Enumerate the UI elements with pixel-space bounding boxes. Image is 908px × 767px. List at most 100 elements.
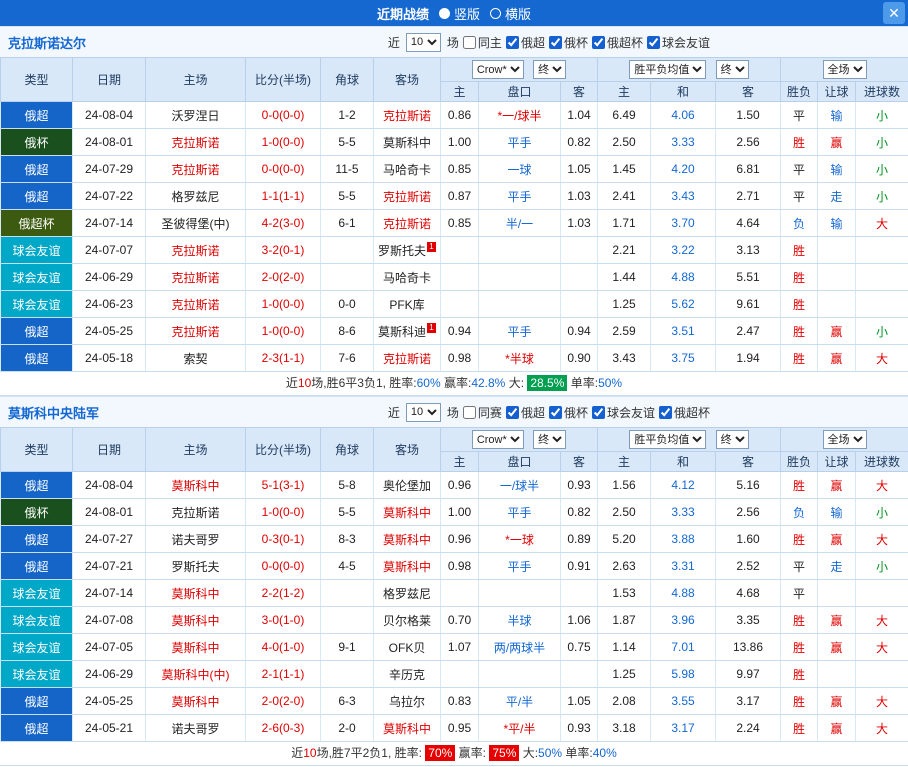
- col-away: 客场: [374, 58, 441, 102]
- handicap-cell: *一/球半: [479, 102, 561, 129]
- asia-time-select[interactable]: 终: [533, 430, 566, 449]
- corner-cell: 5-5: [321, 183, 374, 210]
- result-handicap: 赢: [818, 129, 856, 156]
- league-cell: 球会友谊: [1, 291, 73, 318]
- summary-segment: 单率:: [562, 746, 593, 760]
- handicap-cell: 平手: [479, 318, 561, 345]
- handicap-cell: [479, 661, 561, 688]
- home-team-cell: 克拉斯诺: [146, 318, 246, 345]
- away-team-cell: 莫斯科中: [374, 553, 441, 580]
- euro-mean-select[interactable]: 胜平负均值: [629, 430, 706, 449]
- league-checkbox[interactable]: [549, 36, 562, 49]
- euro-away-odds: 3.35: [716, 607, 781, 634]
- euro-away-odds: 2.24: [716, 715, 781, 742]
- same-checkbox[interactable]: [463, 406, 476, 419]
- league-filter-3[interactable]: 俄超杯: [592, 34, 643, 51]
- euro-draw-odds: 3.33: [651, 499, 716, 526]
- asia-time-select[interactable]: 终: [533, 60, 566, 79]
- table-row: 俄超24-05-18索契2-3(1-1)7-6克拉斯诺0.98*半球0.903.…: [1, 345, 908, 372]
- league-checkbox[interactable]: [592, 36, 605, 49]
- handicap-cell: 平手: [479, 183, 561, 210]
- table-row: 俄超24-08-04莫斯科中5-1(3-1)5-8奥伦堡加0.96一/球半0.9…: [1, 472, 908, 499]
- layout-horizontal-radio[interactable]: 横版: [490, 4, 531, 23]
- summary-segment: 大:: [505, 376, 527, 390]
- league-filter-3[interactable]: 球会友谊: [592, 404, 655, 421]
- league-checkbox[interactable]: [659, 406, 672, 419]
- asia-away-odds: 1.03: [561, 210, 598, 237]
- home-team-cell: 莫斯科中: [146, 688, 246, 715]
- match-count-select[interactable]: 10: [406, 403, 441, 422]
- same-label: 同主: [478, 34, 502, 51]
- asia-away-odds: [561, 264, 598, 291]
- asia-odds-header: Crow* 终: [441, 58, 598, 82]
- league-filter-2[interactable]: 俄杯: [549, 404, 588, 421]
- col-asia-line: 盘口: [479, 452, 561, 472]
- result-wdl: 胜: [781, 607, 818, 634]
- away-team-cell: 克拉斯诺: [374, 210, 441, 237]
- same-filter[interactable]: 同主: [463, 34, 502, 51]
- close-icon[interactable]: ✕: [883, 2, 905, 24]
- result-wdl: 胜: [781, 715, 818, 742]
- league-cell: 球会友谊: [1, 661, 73, 688]
- summary-segment: 70%: [425, 745, 455, 761]
- date-cell: 24-07-27: [73, 526, 146, 553]
- home-team-cell: 莫斯科中: [146, 607, 246, 634]
- corner-cell: [321, 580, 374, 607]
- date-cell: 24-06-29: [73, 661, 146, 688]
- league-checkbox[interactable]: [647, 36, 660, 49]
- col-corner: 角球: [321, 428, 374, 472]
- summary-segment: 赢率:: [455, 746, 489, 760]
- team-section-2: 莫斯科中央陆军 近 10 场 同赛 俄超 俄杯 球会友谊: [0, 396, 908, 766]
- home-team-cell: 诺夫哥罗: [146, 526, 246, 553]
- euro-away-odds: 2.52: [716, 553, 781, 580]
- same-checkbox[interactable]: [463, 36, 476, 49]
- league-cell: 俄超: [1, 526, 73, 553]
- asia-away-odds: [561, 237, 598, 264]
- league-filter-2[interactable]: 俄杯: [549, 34, 588, 51]
- league-checkbox[interactable]: [592, 406, 605, 419]
- home-team-cell: 克拉斯诺: [146, 499, 246, 526]
- home-team-cell: 莫斯科中(中): [146, 661, 246, 688]
- league-filter-4[interactable]: 俄超杯: [659, 404, 710, 421]
- euro-away-odds: 1.60: [716, 526, 781, 553]
- result-goals: 大: [856, 345, 908, 372]
- same-filter[interactable]: 同赛: [463, 404, 502, 421]
- result-wdl: 平: [781, 553, 818, 580]
- league-checkbox[interactable]: [506, 36, 519, 49]
- corner-cell: 8-6: [321, 318, 374, 345]
- euro-home-odds: 1.56: [598, 472, 651, 499]
- layout-vertical-radio[interactable]: 竖版: [439, 4, 480, 23]
- league-label: 俄超: [521, 34, 545, 51]
- summary-segment: 10: [298, 376, 311, 390]
- date-cell: 24-08-04: [73, 472, 146, 499]
- home-team-cell: 诺夫哥罗: [146, 715, 246, 742]
- euro-home-odds: 1.87: [598, 607, 651, 634]
- euro-time-select[interactable]: 终: [716, 60, 749, 79]
- euro-away-odds: 1.50: [716, 102, 781, 129]
- match-count-select[interactable]: 10: [406, 33, 441, 52]
- asia-home-odds: 0.94: [441, 318, 479, 345]
- euro-time-select[interactable]: 终: [716, 430, 749, 449]
- summary-segment: 大:: [519, 746, 538, 760]
- league-checkbox[interactable]: [506, 406, 519, 419]
- asia-company-select[interactable]: Crow*: [472, 430, 524, 449]
- handicap-cell: 平手: [479, 553, 561, 580]
- league-filter-1[interactable]: 俄超: [506, 404, 545, 421]
- handicap-cell: 半球: [479, 607, 561, 634]
- corner-cell: 4-5: [321, 553, 374, 580]
- result-goals: 小: [856, 183, 908, 210]
- scope-select[interactable]: 全场: [823, 430, 867, 449]
- euro-mean-select[interactable]: 胜平负均值: [629, 60, 706, 79]
- away-team-cell: PFK库: [374, 291, 441, 318]
- league-filter-4[interactable]: 球会友谊: [647, 34, 710, 51]
- league-checkbox[interactable]: [549, 406, 562, 419]
- euro-draw-odds: 3.51: [651, 318, 716, 345]
- asia-away-odds: [561, 661, 598, 688]
- scope-select[interactable]: 全场: [823, 60, 867, 79]
- date-cell: 24-07-21: [73, 553, 146, 580]
- score-cell: 1-1(1-1): [246, 183, 321, 210]
- asia-away-odds: 1.05: [561, 688, 598, 715]
- league-cell: 球会友谊: [1, 237, 73, 264]
- league-filter-1[interactable]: 俄超: [506, 34, 545, 51]
- asia-company-select[interactable]: Crow*: [472, 60, 524, 79]
